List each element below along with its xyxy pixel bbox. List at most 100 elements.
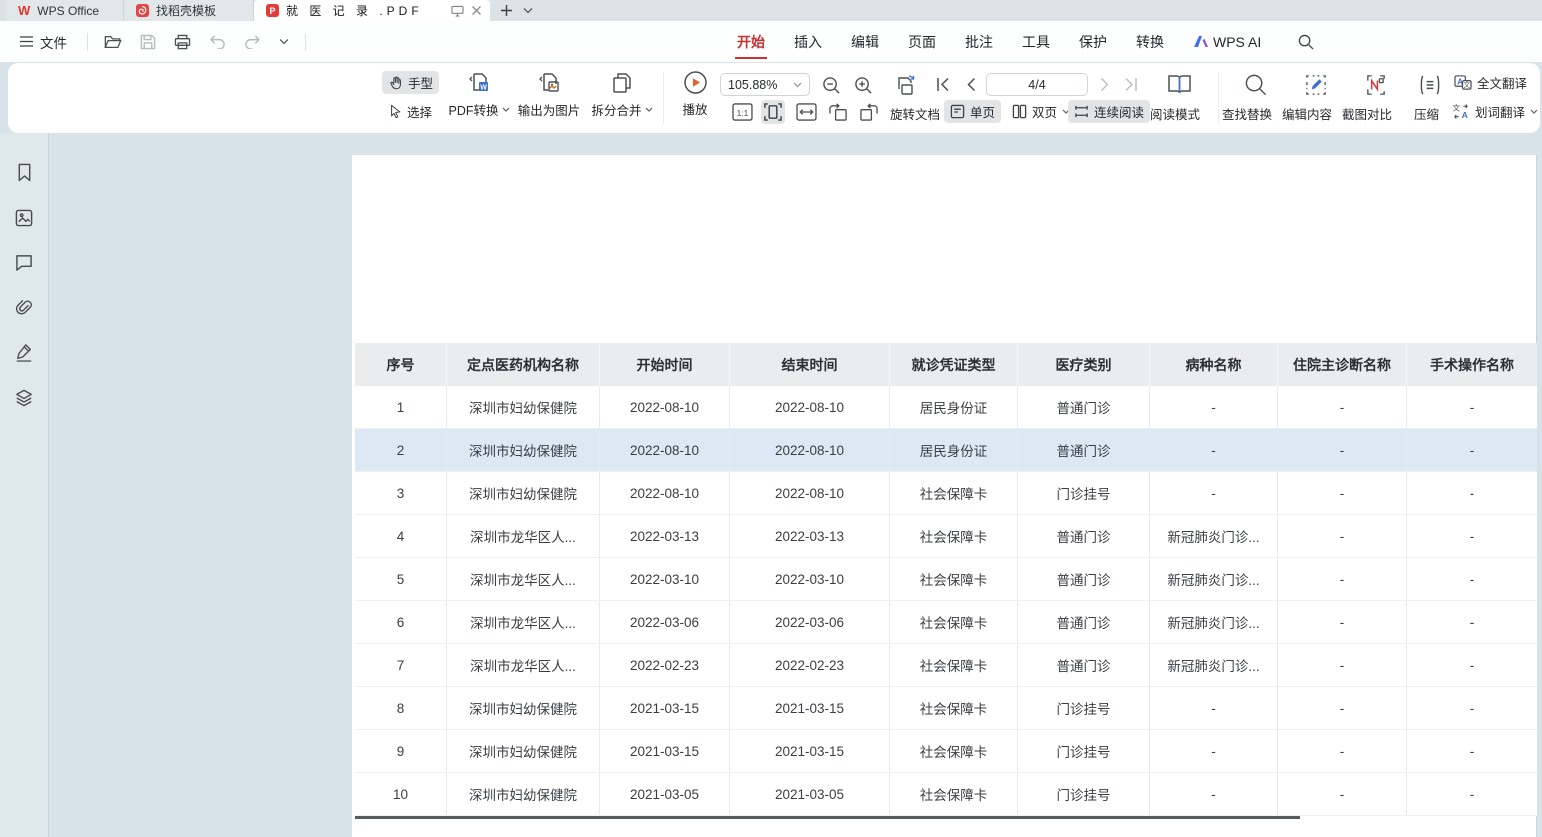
tab-docer-templates[interactable]: 找稻壳模板 [124,0,254,21]
tab-label: WPS Office [37,4,99,18]
attachment-icon[interactable] [12,295,36,319]
signature-icon[interactable] [12,340,36,365]
close-icon[interactable] [471,5,482,16]
save-icon[interactable] [138,32,158,52]
table-row[interactable]: 6深圳市龙华区人...2022-03-062022-03-06社会保障卡普通门诊… [355,601,1537,644]
select-tool-button[interactable]: 选择 [382,100,438,123]
wps-ai-label: WPS AI [1213,34,1261,50]
comment-icon[interactable] [12,251,36,274]
read-mode-label[interactable]: 阅读模式 [1150,104,1200,123]
edit-content-label[interactable]: 编辑内容 [1282,104,1332,123]
table-cell: 2022-08-10 [600,472,730,514]
word-translate-button[interactable]: 文A 划词翻译 [1448,101,1542,122]
new-tab-icon[interactable] [500,4,513,17]
zoom-out-button[interactable] [820,74,843,97]
read-mode-icon[interactable] [1164,70,1195,99]
table-header-row: 序号定点医药机构名称开始时间结束时间就诊凭证类型医疗类别病种名称住院主诊断名称手… [355,343,1537,386]
table-cell: 深圳市妇幼保健院 [447,773,600,815]
first-page-button[interactable] [934,75,952,94]
open-file-icon[interactable] [102,32,124,52]
print-icon[interactable] [172,32,193,52]
compress-icon[interactable] [1416,71,1444,99]
table-row[interactable]: 1深圳市妇幼保健院2022-08-102022-08-10居民身份证普通门诊--… [355,386,1537,429]
find-replace-label[interactable]: 查找替换 [1222,104,1272,123]
bookmark-icon[interactable] [13,160,36,185]
table-cell: 2022-03-10 [730,558,890,600]
page-indicator-input[interactable]: 4/4 [986,73,1088,96]
full-translate-button[interactable]: A文 全文翻译 [1450,72,1531,93]
pdf-page[interactable]: 序号定点医药机构名称开始时间结束时间就诊凭证类型医疗类别病种名称住院主诊断名称手… [352,155,1537,837]
table-cell: 新冠肺炎门诊... [1150,558,1278,600]
table-cell: 2022-02-23 [600,644,730,686]
find-replace-icon[interactable] [1242,71,1270,99]
pdf-convert-icon: W [466,70,492,96]
previous-page-button[interactable] [964,75,978,94]
fit-width-button[interactable] [794,101,819,123]
single-page-button[interactable]: 单页 [944,100,1001,123]
undo-icon[interactable] [207,32,228,51]
layers-icon[interactable] [12,386,36,410]
double-page-button[interactable]: 双页 [1006,100,1076,123]
fit-page-button[interactable] [761,100,785,124]
continuous-read-button[interactable]: 连续阅读 [1068,100,1150,123]
rotate-left-button[interactable] [826,101,850,124]
table-cell: 深圳市妇幼保健院 [447,472,600,514]
table-cell: 社会保障卡 [890,730,1018,772]
tab-wps-office[interactable]: W WPS Office [6,0,124,21]
table-cell: 2022-03-06 [600,601,730,643]
tab-page[interactable]: 页面 [908,21,936,62]
table-row[interactable]: 5深圳市龙华区人...2022-03-102022-03-10社会保障卡普通门诊… [355,558,1537,601]
rotate-doc-label[interactable]: 旋转文档 [890,104,940,123]
compress-label[interactable]: 压缩 [1414,104,1439,123]
table-cell: 社会保障卡 [890,472,1018,514]
table-cell: 2021-03-15 [730,687,890,729]
tab-tools[interactable]: 工具 [1022,21,1050,62]
table-row[interactable]: 3深圳市妇幼保健院2022-08-102022-08-10社会保障卡门诊挂号--… [355,472,1537,515]
tab-convert[interactable]: 转换 [1136,21,1164,62]
thumbnail-icon[interactable] [12,206,36,230]
screenshot-compare-label[interactable]: 截图对比 [1342,104,1392,123]
next-page-button[interactable] [1098,75,1112,94]
svg-text:W: W [480,85,487,92]
tab-document-pdf[interactable]: P 就 医 记 录 .PDF [254,0,490,21]
tab-wps-ai[interactable]: WPS AI [1193,21,1261,62]
tab-edit[interactable]: 编辑 [851,21,879,62]
table-row[interactable]: 2深圳市妇幼保健院2022-08-102022-08-10居民身份证普通门诊--… [355,429,1537,472]
quick-access-chevron-icon[interactable] [277,36,291,47]
ribbon-search-icon[interactable] [1296,32,1316,52]
split-merge-button[interactable]: 拆分合并 [581,70,663,119]
redo-icon[interactable] [242,32,263,51]
table-row[interactable]: 4深圳市龙华区人...2022-03-132022-03-13社会保障卡普通门诊… [355,515,1537,558]
table-row[interactable]: 8深圳市妇幼保健院2021-03-152021-03-15社会保障卡门诊挂号--… [355,687,1537,730]
hand-tool-button[interactable]: 手型 [382,71,439,94]
tab-comment[interactable]: 批注 [965,21,993,62]
zoom-in-button[interactable] [852,74,875,97]
table-row[interactable]: 10深圳市妇幼保健院2021-03-052021-03-05社会保障卡门诊挂号-… [355,773,1537,816]
export-image-button[interactable]: 输出为图片 [505,70,593,119]
fit-window-pages-icon[interactable] [890,72,920,100]
tab-protect[interactable]: 保护 [1079,21,1107,62]
table-row[interactable]: 9深圳市妇幼保健院2021-03-152021-03-15社会保障卡门诊挂号--… [355,730,1537,773]
hamburger-icon [20,36,33,47]
table-cell: - [1407,515,1537,557]
table-cell: - [1278,730,1407,772]
tab-insert[interactable]: 插入 [794,21,822,62]
tab-list-chevron-icon[interactable] [523,7,533,14]
table-cell: 新冠肺炎门诊... [1150,644,1278,686]
table-header-cell: 手术操作名称 [1407,343,1537,386]
last-page-button[interactable] [1122,75,1140,94]
table-cell: - [1407,773,1537,815]
table-cell: 社会保障卡 [890,558,1018,600]
monitor-icon[interactable] [451,5,464,17]
window-tab-bar: W WPS Office 找稻壳模板 P 就 医 记 录 .PDF [0,0,1542,21]
rotate-right-button[interactable] [857,101,881,124]
file-menu-button[interactable]: 文件 [14,30,73,54]
edit-content-icon[interactable] [1302,71,1330,99]
play-button[interactable]: 播放 [674,70,716,118]
tab-home[interactable]: 开始 [737,21,765,62]
table-cell: 门诊挂号 [1018,472,1150,514]
screenshot-compare-icon[interactable] [1362,71,1390,99]
actual-size-button[interactable]: 1:1 [730,101,755,123]
table-row[interactable]: 7深圳市龙华区人...2022-02-232022-02-23社会保障卡普通门诊… [355,644,1537,687]
zoom-level-select[interactable]: 105.88% [720,73,810,96]
